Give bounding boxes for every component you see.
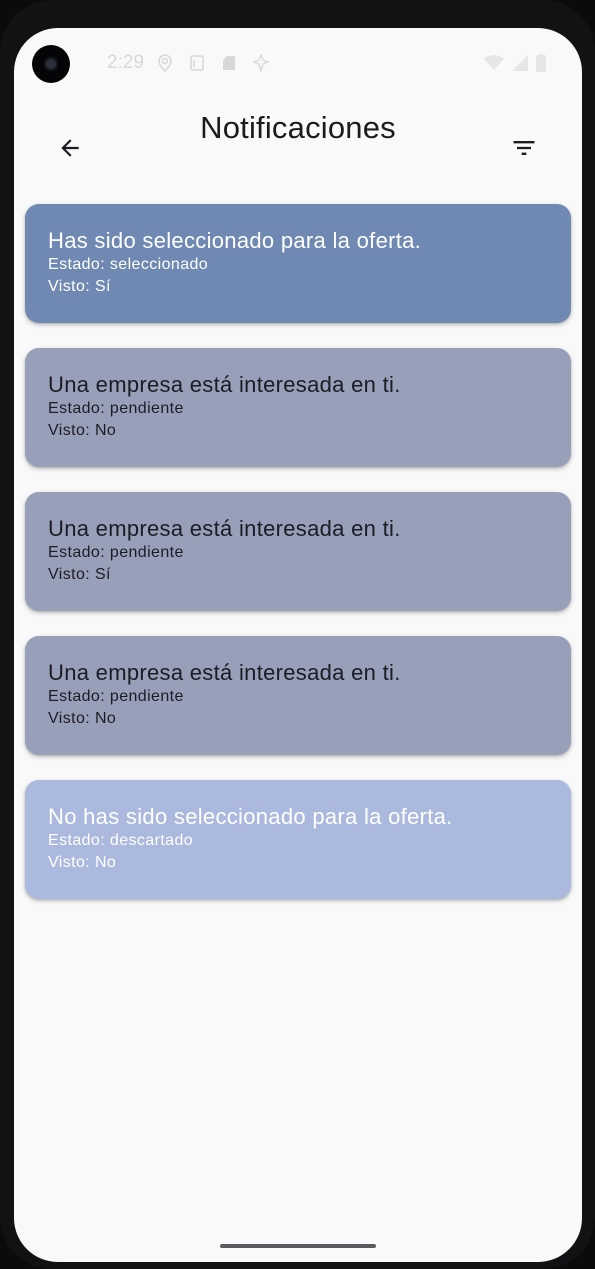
status-notification-icons [157,54,269,72]
notification-title: No has sido seleccionado para la oferta. [48,804,453,829]
notification-seen: Visto: Sí [48,278,111,295]
status-system-icons [484,54,546,72]
battery-icon [536,54,546,72]
home-indicator[interactable] [220,1244,376,1248]
sd-card-icon [223,56,235,70]
notification-list: Has sido seleccionado para la oferta. Es… [25,204,571,924]
sim-icon [190,55,204,71]
front-camera [32,45,70,83]
notification-status: Estado: pendiente [48,400,184,417]
notification-seen: Visto: No [48,854,117,871]
notification-status: Estado: pendiente [48,688,184,705]
status-time: 2:29 [107,52,144,73]
status-bar: 2:29 [14,28,582,100]
signal-app-icon [253,54,269,72]
app-bar: Notificaciones [14,100,582,200]
notification-title: Una empresa está interesada en ti. [48,660,401,685]
notification-status: Estado: seleccionado [48,256,209,273]
notification-title: Una empresa está interesada en ti. [48,372,401,397]
notification-seen: Visto: No [48,422,117,439]
cellular-icon [512,55,528,71]
screen: 2:29 Notificaciones Has sido seleccionad… [14,28,582,1262]
notification-card[interactable]: Una empresa está interesada en ti. Estad… [25,492,571,611]
notification-status: Estado: descartado [48,832,194,849]
location-icon [158,54,172,72]
notification-title: Una empresa está interesada en ti. [48,516,401,541]
notification-card[interactable]: Una empresa está interesada en ti. Estad… [25,348,571,467]
notification-seen: Visto: No [48,710,117,727]
notification-card[interactable]: Has sido seleccionado para la oferta. Es… [25,204,571,323]
wifi-icon [484,55,504,70]
filter-icon [513,141,535,155]
notification-title: Has sido seleccionado para la oferta. [48,228,422,253]
filter-button[interactable] [504,128,544,168]
notification-seen: Visto: Sí [48,566,111,583]
notification-status: Estado: pendiente [48,544,184,561]
page-title: Notificaciones [200,110,396,145]
notification-card[interactable]: Una empresa está interesada en ti. Estad… [25,636,571,755]
notification-card[interactable]: No has sido seleccionado para la oferta.… [25,780,571,899]
phone-frame: 2:29 Notificaciones Has sido seleccionad… [0,0,595,1269]
